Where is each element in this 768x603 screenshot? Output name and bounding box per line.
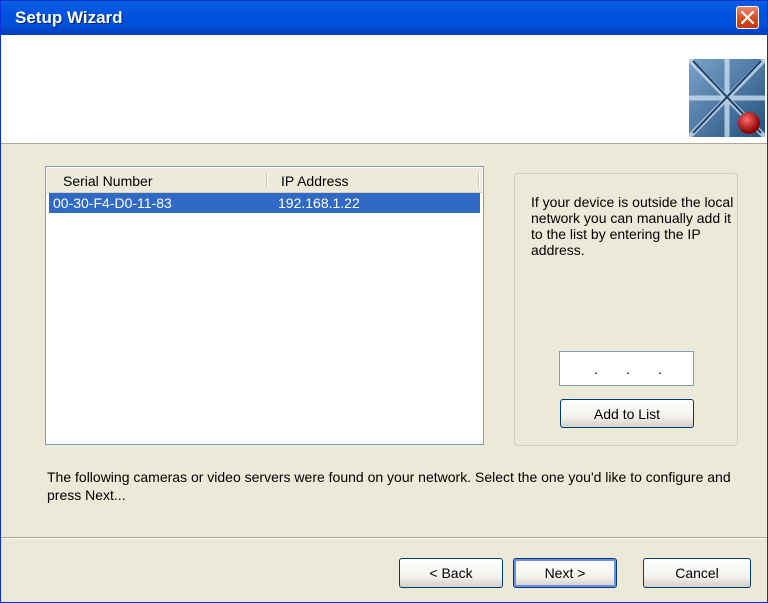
instructions-text: The following cameras or video servers w… <box>47 469 731 503</box>
column-divider[interactable] <box>266 172 268 188</box>
column-serial-number[interactable]: Serial Number <box>63 173 152 189</box>
back-button[interactable]: < Back <box>399 558 503 588</box>
setup-wizard-window: Setup Wizard Serial Number IP Address 00… <box>0 0 768 603</box>
ip-address-input[interactable]: . . . <box>559 351 694 386</box>
next-button[interactable]: Next > <box>513 558 617 588</box>
list-header: Serial Number IP Address <box>47 168 482 193</box>
device-list[interactable]: Serial Number IP Address 00-30-F4-D0-11-… <box>45 166 484 445</box>
add-to-list-button[interactable]: Add to List <box>560 399 694 428</box>
manual-add-hint: If your device is outside the local netw… <box>531 194 734 258</box>
close-button[interactable] <box>736 6 759 29</box>
ip-separator: . <box>626 361 630 377</box>
device-serial: 00-30-F4-D0-11-83 <box>53 195 172 211</box>
column-divider[interactable] <box>478 172 480 188</box>
cancel-button[interactable]: Cancel <box>643 558 751 588</box>
ip-separator: . <box>594 361 598 377</box>
title-bar[interactable]: Setup Wizard <box>1 1 767 35</box>
column-ip-address[interactable]: IP Address <box>281 173 348 189</box>
device-ip: 192.168.1.22 <box>278 195 360 211</box>
window-title: Setup Wizard <box>15 8 123 27</box>
footer-divider <box>1 537 767 539</box>
device-row-selected[interactable]: 00-30-F4-D0-11-83 192.168.1.22 <box>49 193 480 213</box>
close-icon <box>741 11 754 24</box>
wizard-header <box>1 35 767 144</box>
wizard-logo <box>689 59 765 137</box>
ip-separator: . <box>658 361 662 377</box>
